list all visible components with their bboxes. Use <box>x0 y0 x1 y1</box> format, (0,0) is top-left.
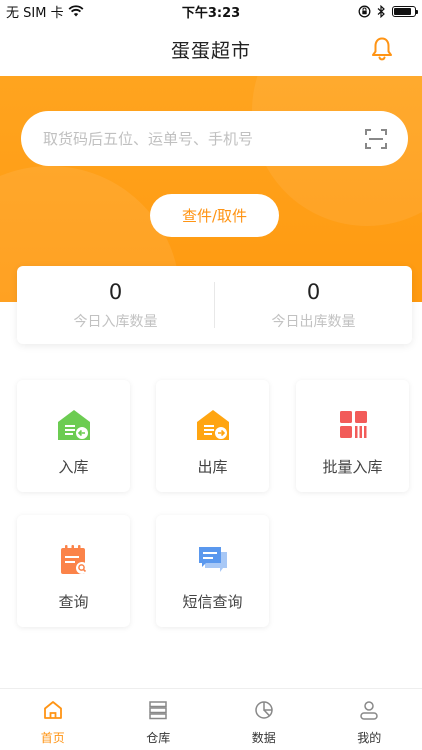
tab-home[interactable]: 首页 <box>0 689 106 750</box>
tile-label: 短信查询 <box>182 593 243 611</box>
tile-inbound[interactable]: 入库 <box>17 380 130 492</box>
tab-warehouse[interactable]: 仓库 <box>106 689 212 750</box>
stat-label: 今日入库数量 <box>73 314 158 330</box>
status-bar: 无 SIM 卡 下午3:23 <box>0 0 422 22</box>
nav-bar: 蛋蛋超市 <box>0 22 422 76</box>
tile-label: 查询 <box>58 593 89 611</box>
tile-sms-query[interactable]: 短信查询 <box>156 515 269 627</box>
tab-data[interactable]: 数据 <box>211 689 317 750</box>
warehouse-out-icon <box>196 410 229 440</box>
status-left: 无 SIM 卡 <box>6 2 156 21</box>
tab-profile[interactable]: 我的 <box>317 689 422 750</box>
query-pickup-button[interactable]: 查件/取件 <box>150 194 279 237</box>
battery-fill <box>394 7 411 15</box>
page-title: 蛋蛋超市 <box>170 39 251 62</box>
tile-query[interactable]: 查询 <box>17 515 130 627</box>
stat-value: 0 <box>108 280 123 304</box>
tab-label: 仓库 <box>146 731 171 745</box>
search-input[interactable]: 取货码后五位、运单号、手机号 <box>21 111 408 166</box>
orientation-lock-icon <box>358 5 371 17</box>
tile-label: 出库 <box>197 458 228 476</box>
warehouse-in-icon <box>57 410 90 440</box>
scan-icon[interactable] <box>364 127 388 151</box>
tab-label: 首页 <box>40 731 65 745</box>
carrier-text: 无 SIM 卡 <box>6 5 64 21</box>
bell-icon[interactable] <box>370 36 394 62</box>
stat-outbound-today: 0 今日出库数量 <box>215 266 412 344</box>
stat-inbound-today: 0 今日入库数量 <box>17 266 214 344</box>
calendar-search-icon <box>60 545 88 574</box>
sms-icon <box>198 547 227 572</box>
search-placeholder: 取货码后五位、运单号、手机号 <box>43 130 254 148</box>
tab-label: 数据 <box>251 731 276 745</box>
tile-outbound[interactable]: 出库 <box>156 380 269 492</box>
tab-label: 我的 <box>357 731 382 745</box>
tab-bar: 首页 仓库 数据 我的 <box>0 688 422 750</box>
home-icon <box>43 701 62 719</box>
bluetooth-icon <box>377 4 385 18</box>
tile-label: 入库 <box>58 458 89 476</box>
chart-pie-icon <box>255 701 273 719</box>
tile-label: 批量入库 <box>322 458 383 476</box>
batch-in-icon <box>339 411 367 438</box>
stats-card: 0 今日入库数量 0 今日出库数量 <box>17 266 412 344</box>
warehouse-icon <box>149 701 167 720</box>
status-right <box>358 4 418 18</box>
stat-value: 0 <box>306 280 321 304</box>
tile-batch-inbound[interactable]: 批量入库 <box>296 380 409 492</box>
profile-icon <box>360 701 378 720</box>
stat-label: 今日出库数量 <box>271 314 356 330</box>
wifi-icon <box>68 5 84 17</box>
battery-icon <box>392 5 418 17</box>
